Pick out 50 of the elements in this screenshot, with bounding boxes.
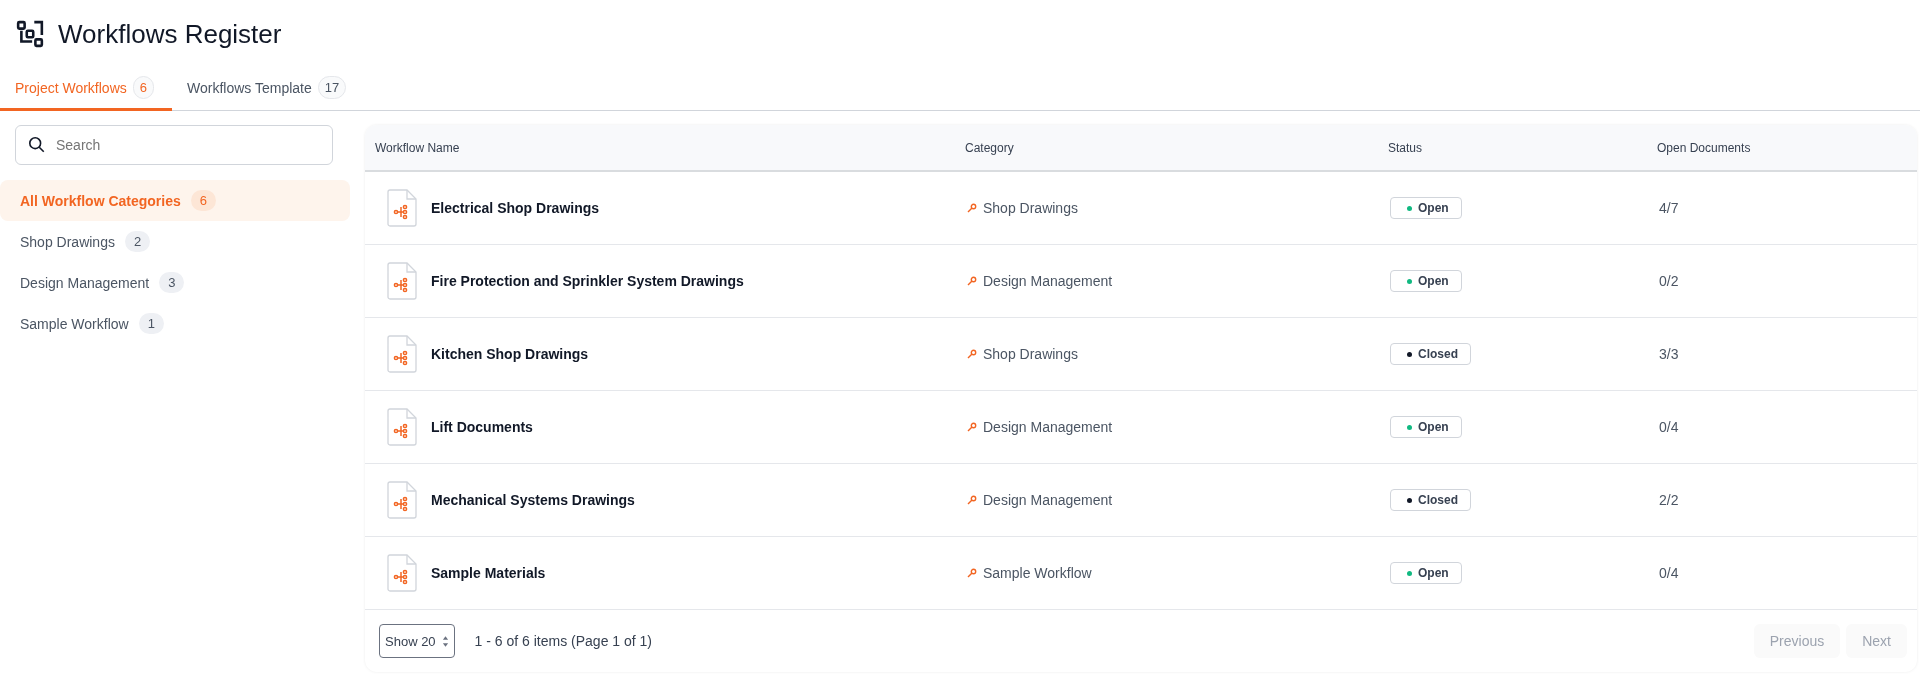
tag-icon [967,203,977,213]
category-text: Design Management [983,273,1113,289]
tag-icon [967,422,977,432]
workflow-name[interactable]: Sample Materials [431,565,546,581]
pagination-summary: 1 - 6 of 6 items (Page 1 of 1) [474,633,652,649]
tag-icon [967,495,977,505]
category-item[interactable]: Sample Workflow 1 [0,303,350,344]
category-text: Design Management [983,419,1113,435]
document-count: 4/7 [1659,200,1679,216]
category-item[interactable]: Design Management 3 [0,262,350,303]
search-field[interactable]: Search [15,125,333,165]
category-item[interactable]: Shop Drawings 2 [0,221,350,262]
document-icon [387,335,417,373]
tag-icon [967,349,977,359]
page-title: Workflows Register [58,18,282,50]
status-badge: Closed [1390,343,1471,366]
category-text: Shop Drawings [983,346,1078,362]
category-text: Shop Drawings [983,200,1078,216]
document-icon [387,408,417,446]
workflow-name[interactable]: Lift Documents [431,419,533,435]
workflow-icon [16,20,44,48]
column-header: Category [965,140,1015,155]
status-badge: Open [1390,416,1462,439]
status-badge: Open [1390,270,1462,293]
tag-icon [967,276,977,286]
column-header: Workflow Name [374,140,461,155]
status-badge: Open [1390,562,1462,585]
workflow-name[interactable]: Mechanical Systems Drawings [431,492,635,508]
document-icon [387,262,417,300]
spinner-arrows-icon [441,634,449,648]
document-count: 3/3 [1659,346,1679,362]
workflow-name[interactable]: Fire Protection and Sprinkler System Drawings [431,273,744,289]
document-icon [387,189,417,227]
document-count: 0/4 [1659,419,1679,435]
workflow-name[interactable]: Kitchen Shop Drawings [431,346,589,362]
tag-icon [967,568,977,578]
document-count: 0/2 [1659,273,1679,289]
column-header: Status [1388,140,1424,155]
tab[interactable]: Workflows Template 17 [172,66,363,111]
category-text: Sample Workflow [983,565,1092,581]
document-icon [387,481,417,519]
status-badge: Open [1390,197,1462,220]
document-count: 0/4 [1659,565,1679,581]
column-header: Open Documents [1657,140,1751,155]
page-size-select[interactable]: Show 20 [379,624,455,658]
document-icon [387,554,417,592]
workflow-name[interactable]: Electrical Shop Drawings [431,200,600,216]
status-badge: Closed [1390,489,1471,512]
category-text: Design Management [983,492,1113,508]
document-count: 2/2 [1659,492,1679,508]
